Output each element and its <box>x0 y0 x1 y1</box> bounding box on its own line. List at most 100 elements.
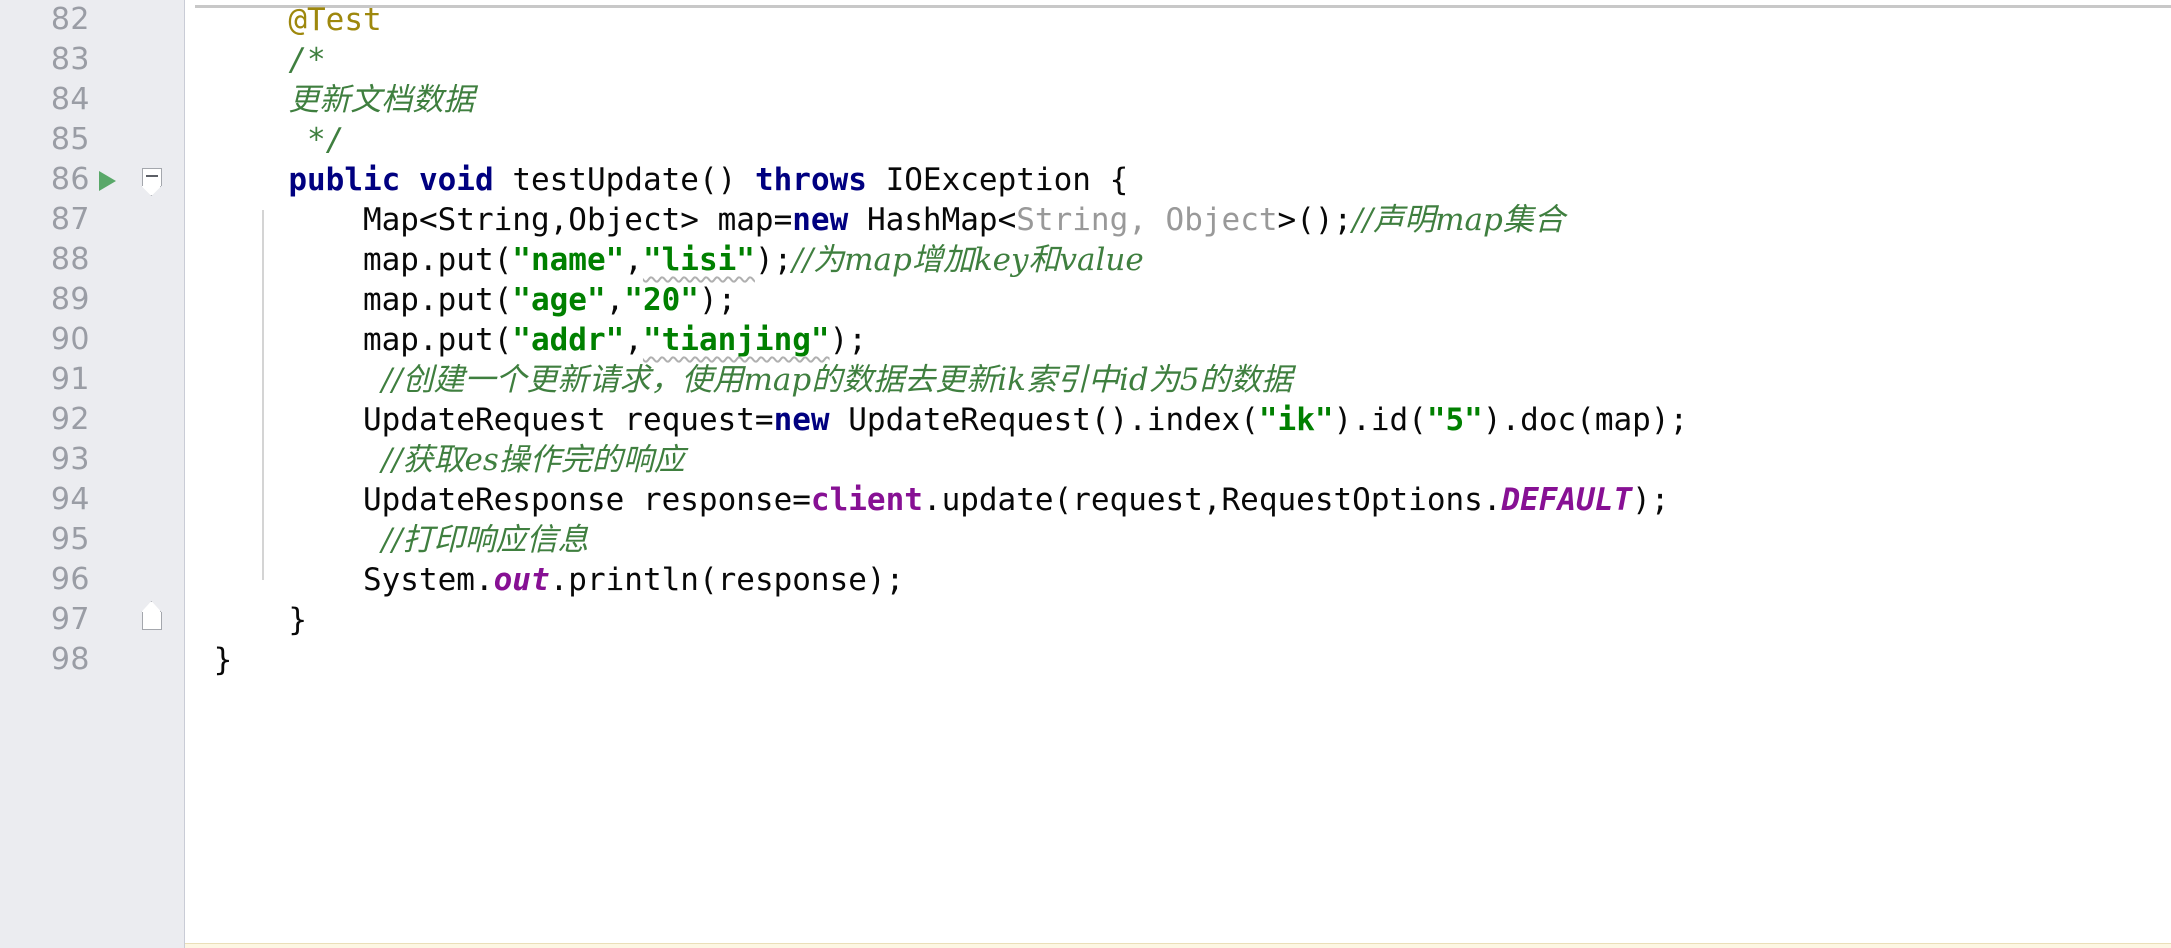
gutter-row: 84 <box>0 80 90 120</box>
line-number: 87 <box>50 202 90 237</box>
comma: , <box>605 282 625 318</box>
hashmap-tail: >(); <box>1277 202 1353 238</box>
string-lisi: "lisi" <box>642 242 755 278</box>
line-number-column: 82 83 84 85 86 87 88 89 90 91 92 93 94 9… <box>0 0 90 680</box>
gutter-row: 90 <box>0 320 90 360</box>
code-line-82[interactable]: @Test <box>185 0 2171 40</box>
call-close: ); <box>1632 482 1670 518</box>
code-line-92[interactable]: UpdateRequest request=new UpdateRequest(… <box>185 400 2171 440</box>
fold-shield-shape <box>142 168 162 186</box>
method-name: testUpdate() <box>512 162 737 198</box>
string-tianjing: "tianjing" <box>642 322 830 358</box>
line-number: 98 <box>50 642 90 677</box>
code-line-93[interactable]: //获取es操作完的响应 <box>185 440 2171 480</box>
update-response-type: UpdateResponse <box>362 482 625 518</box>
block-comment-body: 更新文档数据 <box>288 82 475 118</box>
gutter-row: 95 <box>0 520 90 560</box>
comment-create-update-request: //创建一个更新请求，使用map的数据去更新ik索引中id为5的数据 <box>381 362 1293 398</box>
map-declaration-type: Map<String,Object> <box>362 202 699 238</box>
line-number: 93 <box>50 442 90 477</box>
code-line-84[interactable]: 更新文档数据 <box>185 80 2171 120</box>
gutter-row: 88 <box>0 240 90 280</box>
fold-collapse-icon[interactable] <box>142 160 164 200</box>
system-prefix: System. <box>362 562 494 598</box>
string-age: "age" <box>512 282 606 318</box>
play-triangle-icon <box>99 171 116 191</box>
map-put-call: map.put( <box>362 282 513 318</box>
map-put-call: map.put( <box>362 322 513 358</box>
doc-map-tail: ).doc(map); <box>1482 402 1689 438</box>
code-text-area[interactable]: @Test /* 更新文档数据 */ public void testUpdat… <box>185 0 2171 948</box>
code-line-90[interactable]: map.put("addr","tianjing"); <box>185 320 2171 360</box>
code-line-97[interactable]: } <box>185 600 2171 640</box>
update-method-call: .update(request,RequestOptions. <box>922 482 1502 518</box>
code-line-96[interactable]: System.out.println(response); <box>185 560 2171 600</box>
comment-add-key-value: //为map增加key和value <box>792 242 1144 278</box>
line-number: 95 <box>50 522 90 557</box>
line-number: 94 <box>50 482 90 517</box>
code-lines: @Test /* 更新文档数据 */ public void testUpdat… <box>185 0 2171 680</box>
editor-gutter[interactable]: 82 83 84 85 86 87 88 89 90 91 92 93 94 9… <box>0 0 185 948</box>
code-line-89[interactable]: map.put("age","20"); <box>185 280 2171 320</box>
code-line-94[interactable]: UpdateResponse response=client.update(re… <box>185 480 2171 520</box>
default-constant: DEFAULT <box>1501 482 1633 518</box>
run-test-icon[interactable] <box>97 160 123 200</box>
line-number: 91 <box>50 362 90 397</box>
code-line-98[interactable]: } <box>185 640 2171 680</box>
gutter-row: 83 <box>0 40 90 80</box>
gutter-row: 91 <box>0 360 90 400</box>
update-request-type: UpdateRequest <box>362 402 606 438</box>
fold-end-shield-shape <box>142 612 162 630</box>
gutter-row: 92 <box>0 400 90 440</box>
keyword-new: new <box>792 202 849 238</box>
gutter-row: 89 <box>0 280 90 320</box>
keyword-throws: throws <box>754 162 867 198</box>
gutter-row: 98 <box>0 640 90 680</box>
gutter-row: 93 <box>0 440 90 480</box>
code-editor[interactable]: 82 83 84 85 86 87 88 89 90 91 92 93 94 9… <box>0 0 2171 948</box>
println-call: .println(response); <box>549 562 905 598</box>
code-line-87[interactable]: Map<String,Object> map=new HashMap<Strin… <box>185 200 2171 240</box>
keyword-new: new <box>773 402 830 438</box>
string-name: "name" <box>512 242 625 278</box>
gutter-row: 82 <box>0 0 90 40</box>
call-close: ); <box>698 282 737 318</box>
line-number: 86 <box>50 162 90 197</box>
line-number: 83 <box>50 42 90 77</box>
update-request-constructor: UpdateRequest().index( <box>829 402 1259 438</box>
gutter-row: 97 <box>0 600 90 640</box>
line-number: 92 <box>50 402 90 437</box>
string-5: "5" <box>1426 402 1483 438</box>
map-variable: map= <box>717 202 793 238</box>
gutter-row: 85 <box>0 120 90 160</box>
block-comment-open: /* <box>288 42 326 78</box>
fold-region-end-icon[interactable] <box>142 600 164 640</box>
code-line-95[interactable]: //打印响应信息 <box>185 520 2171 560</box>
code-line-83[interactable]: /* <box>185 40 2171 80</box>
comment-declare-map: //声明map集合 <box>1352 202 1565 238</box>
gutter-icon-column[interactable] <box>90 0 185 948</box>
gutter-row: 86 <box>0 160 90 200</box>
line-number: 82 <box>50 2 90 37</box>
comment-get-response: //获取es操作完的响应 <box>381 442 685 478</box>
code-line-86[interactable]: public void testUpdate() throws IOExcept… <box>185 160 2171 200</box>
gutter-row: 96 <box>0 560 90 600</box>
call-close: ); <box>829 322 867 358</box>
keyword-public: public <box>288 162 401 198</box>
line-number: 90 <box>50 322 90 357</box>
brace-close-method: } <box>288 602 307 638</box>
string-addr: "addr" <box>512 322 625 358</box>
request-variable: request= <box>605 402 774 438</box>
keyword-void: void <box>418 162 494 198</box>
brace-open: { <box>1109 162 1129 198</box>
line-number: 96 <box>50 562 90 597</box>
line-number: 97 <box>50 602 90 637</box>
editor-bottom-strip <box>185 943 2171 948</box>
code-line-85[interactable]: */ <box>185 120 2171 160</box>
comma: , <box>624 242 643 278</box>
exception-type: IOException <box>885 162 1091 198</box>
comment-print-response: //打印响应信息 <box>381 522 589 558</box>
code-line-91[interactable]: //创建一个更新请求，使用map的数据去更新ik索引中id为5的数据 <box>185 360 2171 400</box>
out-field: out <box>493 562 550 598</box>
code-line-88[interactable]: map.put("name","lisi");//为map增加key和value <box>185 240 2171 280</box>
